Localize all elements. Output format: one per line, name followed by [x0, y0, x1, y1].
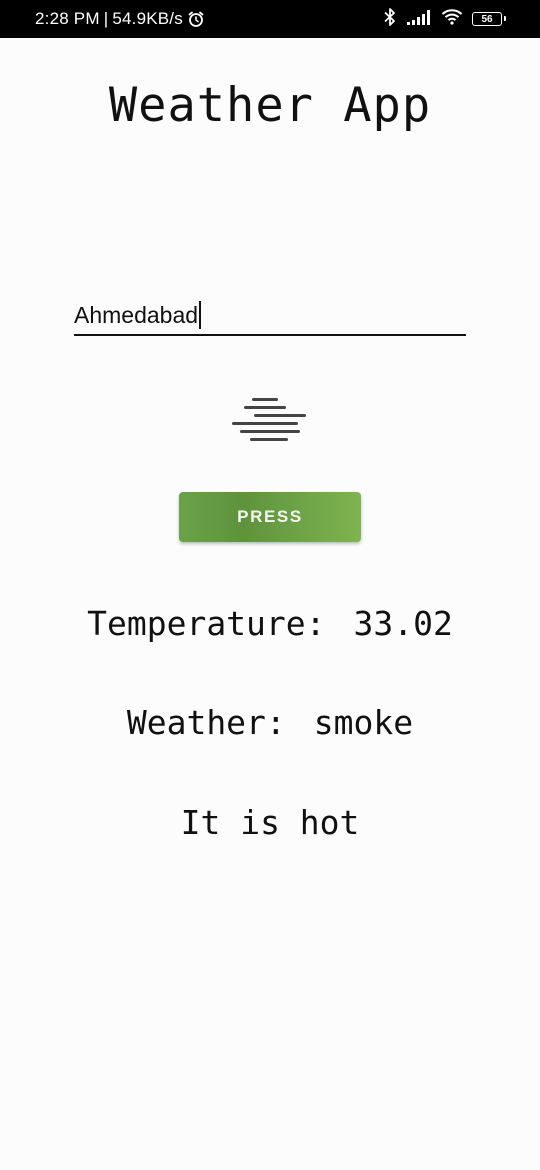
- weather-value: smoke: [313, 703, 414, 742]
- status-bar: 2:28 PM | 54.9KB/s 56: [0, 0, 540, 38]
- alarm-icon: [187, 10, 205, 28]
- text-cursor: [199, 301, 202, 329]
- status-time: 2:28 PM: [35, 9, 100, 28]
- bluetooth-icon: [383, 7, 397, 32]
- temperature-label: Temperature:: [87, 604, 326, 643]
- app-title: Weather App: [108, 78, 432, 133]
- weather-line: Weather: smoke: [0, 703, 540, 742]
- temperature-remark: It is hot: [180, 803, 360, 842]
- status-left: 2:28 PM | 54.9KB/s: [35, 0, 205, 38]
- city-input-value[interactable]: Ahmedabad: [74, 302, 198, 329]
- status-separator: |: [103, 9, 109, 28]
- temperature-line: Temperature: 33.02: [0, 604, 540, 643]
- press-button[interactable]: PRESS: [179, 492, 361, 542]
- weather-label: Weather:: [126, 703, 286, 742]
- status-right: 56: [383, 0, 506, 38]
- wifi-icon: [441, 8, 463, 30]
- signal-icon: [406, 9, 432, 30]
- battery-icon: 56: [472, 12, 506, 26]
- haze-lines-icon: [232, 398, 308, 451]
- city-input[interactable]: Ahmedabad: [74, 296, 466, 336]
- battery-level: 56: [481, 13, 493, 25]
- temperature-value: 33.02: [353, 604, 453, 643]
- network-speed: 54.9KB/s: [112, 9, 183, 28]
